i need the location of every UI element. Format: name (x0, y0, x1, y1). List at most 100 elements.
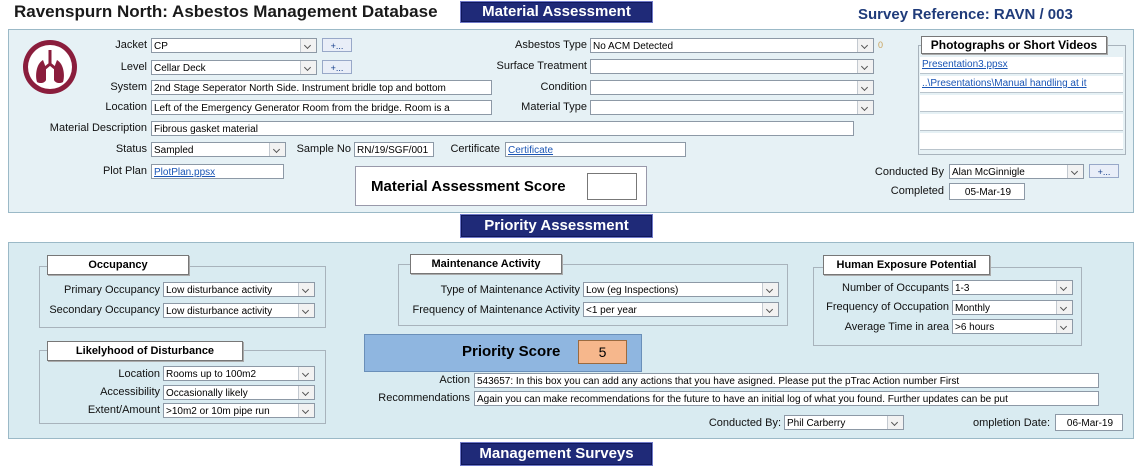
chevron-down-icon[interactable] (298, 386, 314, 399)
chevron-down-icon[interactable] (300, 39, 316, 52)
location-field[interactable]: Left of the Emergency Generator Room fro… (151, 100, 492, 115)
chevron-down-icon[interactable] (887, 416, 903, 429)
occupants-label: Number of Occupants (842, 282, 949, 294)
photo-link[interactable] (920, 95, 1123, 112)
plot-plan-label: Plot Plan (102, 165, 147, 177)
primary-occupancy-label: Primary Occupancy (64, 284, 160, 296)
disturbance-location-label: Location (118, 368, 160, 380)
chevron-down-icon[interactable] (298, 367, 314, 380)
completed-label: Completed (890, 185, 944, 197)
chevron-down-icon[interactable] (1056, 320, 1072, 333)
status-label: Status (115, 143, 147, 155)
chevron-down-icon[interactable] (300, 61, 316, 74)
material-description-field[interactable]: Fibrous gasket material (151, 121, 854, 136)
level-label: Level (120, 61, 147, 73)
extent-amount-label: Extent/Amount (87, 404, 160, 416)
photos-title: Photographs or Short Videos (921, 36, 1107, 54)
accessibility-label: Accessibility (100, 386, 160, 398)
chevron-down-icon[interactable] (1056, 301, 1072, 314)
maintenance-title: Maintenance Activity (410, 254, 562, 274)
chevron-down-icon[interactable] (762, 303, 778, 316)
surface-treatment-label: Surface Treatment (496, 60, 588, 72)
chevron-down-icon[interactable] (857, 101, 873, 114)
priority-score-value: 5 (578, 340, 627, 364)
jacket-select[interactable]: CP (151, 38, 317, 53)
conducted-by-select[interactable]: Alan McGinnigle (949, 164, 1084, 179)
material-score-label: Material Assessment Score (371, 178, 566, 195)
material-type-label: Material Type (521, 101, 587, 113)
secondary-occupancy-select[interactable]: Low disturbance activity (163, 303, 315, 318)
priority-conducted-by-label: Conducted By: (708, 417, 781, 429)
survey-reference: Survey Reference: RAVN / 003 (858, 6, 1073, 23)
conducted-by-label: Conducted By (874, 166, 944, 178)
asbestos-type-label: Asbestos Type (515, 39, 587, 51)
chevron-down-icon[interactable] (762, 283, 778, 296)
chevron-down-icon[interactable] (298, 404, 314, 417)
chevron-down-icon[interactable] (1067, 165, 1083, 178)
jacket-label: Jacket (115, 39, 147, 51)
app-title: Ravenspurn North: Asbestos Management Da… (14, 2, 438, 21)
frequency-occupation-select[interactable]: Monthly (952, 300, 1073, 315)
chevron-down-icon[interactable] (857, 81, 873, 94)
maintenance-frequency-label: Frequency of Maintenance Activity (412, 304, 580, 316)
surface-treatment-select[interactable] (590, 59, 874, 74)
tab-material-assessment[interactable]: Material Assessment (460, 1, 653, 23)
tab-management-surveys[interactable]: Management Surveys (460, 442, 653, 466)
occupancy-group (39, 266, 326, 328)
maintenance-type-select[interactable]: Low (eg Inspections) (583, 282, 779, 297)
photo-link[interactable] (920, 114, 1123, 131)
average-time-select[interactable]: >6 hours (952, 319, 1073, 334)
level-select[interactable]: Cellar Deck (151, 60, 317, 75)
chevron-down-icon[interactable] (857, 60, 873, 73)
add-level-button[interactable]: +... (322, 60, 352, 74)
condition-select[interactable] (590, 80, 874, 95)
chevron-down-icon[interactable] (857, 39, 873, 52)
system-field[interactable]: 2nd Stage Seperator North Side. Instrume… (151, 80, 492, 95)
material-description-label: Material Description (49, 122, 147, 134)
chevron-down-icon[interactable] (269, 143, 285, 156)
extent-amount-select[interactable]: >10m2 or 10m pipe run (163, 403, 315, 418)
certificate-label: Certificate (450, 143, 500, 155)
likelihood-title: Likelyhood of Disturbance (47, 341, 243, 361)
condition-label: Condition (540, 81, 587, 93)
status-select[interactable]: Sampled (151, 142, 286, 157)
completed-date[interactable]: 05-Mar-19 (949, 183, 1025, 200)
plot-plan-link[interactable]: PlotPlan.ppsx (151, 164, 284, 179)
disturbance-location-select[interactable]: Rooms up to 100m2 (163, 366, 315, 381)
add-surveyor-button[interactable]: +... (1089, 164, 1119, 178)
recommendations-field[interactable]: Again you can make recommendations for t… (474, 391, 1099, 406)
recommendations-label: Recommendations (378, 392, 470, 404)
action-field[interactable]: 543657: In this box you can add any acti… (474, 373, 1099, 388)
sample-no-label: Sample No (296, 143, 351, 155)
tab-priority-assessment[interactable]: Priority Assessment (460, 214, 653, 238)
photo-link[interactable]: Presentation3.ppsx (920, 57, 1123, 74)
completion-date-label: ompletion Date: (972, 417, 1050, 429)
priority-score-label: Priority Score (462, 343, 561, 360)
priority-conducted-by-select[interactable]: Phil Carberry (784, 415, 904, 430)
photo-link[interactable]: ..\Presentations\Manual handling at it (920, 76, 1123, 93)
certificate-link[interactable]: Certificate (505, 142, 686, 157)
maintenance-frequency-select[interactable]: <1 per year (583, 302, 779, 317)
maintenance-type-label: Type of Maintenance Activity (440, 284, 580, 296)
accessibility-select[interactable]: Occasionally likely (163, 385, 315, 400)
average-time-label: Average Time in area (844, 321, 949, 333)
material-type-select[interactable] (590, 100, 874, 115)
material-score-value (587, 173, 637, 200)
frequency-occupation-label: Frequency of Occupation (826, 301, 949, 313)
add-jacket-button[interactable]: +... (322, 38, 352, 52)
photo-link[interactable] (920, 133, 1123, 150)
chevron-down-icon[interactable] (1056, 281, 1072, 294)
chevron-down-icon[interactable] (298, 304, 314, 317)
secondary-occupancy-label: Secondary Occupancy (49, 304, 160, 316)
asbestos-type-code: 0 (878, 40, 884, 50)
action-label: Action (439, 374, 470, 386)
location-label: Location (105, 101, 147, 113)
occupants-select[interactable]: 1-3 (952, 280, 1073, 295)
human-exposure-title: Human Exposure Potential (823, 255, 990, 275)
system-label: System (110, 81, 147, 93)
asbestos-type-select[interactable]: No ACM Detected (590, 38, 874, 53)
chevron-down-icon[interactable] (298, 283, 314, 296)
primary-occupancy-select[interactable]: Low disturbance activity (163, 282, 315, 297)
sample-no-field[interactable]: RN/19/SGF/001 (354, 142, 434, 157)
completion-date-field[interactable]: 06-Mar-19 (1055, 414, 1123, 431)
